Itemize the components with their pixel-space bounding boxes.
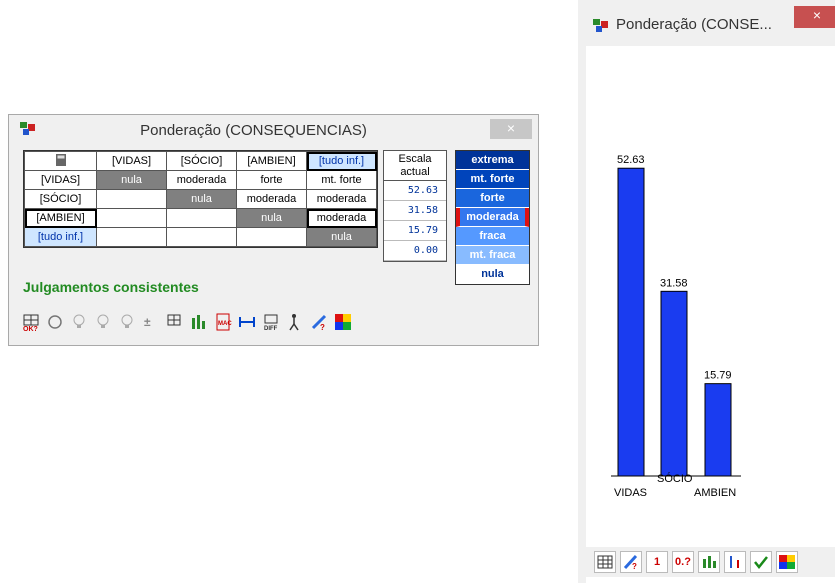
color-palette-icon[interactable]: [333, 312, 353, 332]
matrix-cell-selected[interactable]: moderada: [306, 208, 377, 228]
person-icon[interactable]: [285, 312, 305, 332]
bars-icon[interactable]: [698, 551, 720, 573]
chart-title-bar[interactable]: Ponderação (CONSE... ×: [578, 0, 835, 46]
chart-close-button[interactable]: ×: [794, 6, 835, 28]
refresh-icon[interactable]: [45, 312, 65, 332]
scale-value: 0.00: [384, 241, 446, 261]
matrix-cell[interactable]: [96, 208, 167, 228]
judgement-matrix: [VIDAS] [SÓCIO] [AMBIEN] [tudo inf.] [VI…: [23, 150, 378, 248]
svg-text:?: ?: [632, 562, 637, 570]
matrix-cell[interactable]: moderada: [236, 189, 307, 209]
bulb-icon[interactable]: [69, 312, 89, 332]
col-header-ambien[interactable]: [AMBIEN]: [236, 151, 307, 171]
zero-question-icon[interactable]: 0.?: [672, 551, 694, 573]
semantic-scale: extrema mt. forte forte moderada fraca m…: [455, 150, 530, 285]
main-toolbar: OK? ± MAC DIFF ?: [21, 308, 353, 336]
plus-minus-icon[interactable]: ±: [141, 312, 161, 332]
matrix-cell[interactable]: [166, 227, 237, 247]
category-label: SÓCIO: [657, 472, 693, 485]
scale-level-mt-forte[interactable]: mt. forte: [456, 170, 529, 189]
chart-toolbar: ? 1 0.?: [586, 547, 835, 577]
matrix-cell[interactable]: [236, 227, 307, 247]
scale-level-nula[interactable]: nula: [456, 265, 529, 284]
matrix-cell[interactable]: nula: [236, 208, 307, 228]
weighting-window: Ponderação (CONSEQUENCIAS) × [VIDAS] [SÓ…: [8, 114, 539, 346]
current-scale-header: Escala actual: [384, 151, 446, 181]
col-header-socio[interactable]: [SÓCIO]: [166, 151, 237, 171]
check-icon[interactable]: [750, 551, 772, 573]
scale-level-moderada[interactable]: moderada: [456, 208, 529, 227]
macbeth-icon[interactable]: MAC: [213, 312, 233, 332]
one-icon[interactable]: 1: [646, 551, 668, 573]
bar-value-label: 15.79: [704, 370, 732, 382]
svg-text:OK?: OK?: [23, 326, 38, 332]
app-icon: [593, 19, 608, 32]
category-label: VIDAS: [614, 487, 647, 499]
bar-chart-icon[interactable]: [189, 312, 209, 332]
svg-text:DIFF: DIFF: [264, 326, 278, 332]
row-header-ambien[interactable]: [AMBIEN]: [24, 208, 97, 228]
close-button[interactable]: ×: [490, 119, 532, 139]
row-header-vidas[interactable]: [VIDAS]: [24, 170, 97, 190]
svg-text:±: ±: [144, 315, 151, 329]
calculator-icon[interactable]: [24, 151, 97, 171]
matrix-cell[interactable]: mt. forte: [306, 170, 377, 190]
scale-level-fraca[interactable]: fraca: [456, 227, 529, 246]
question-edit-icon[interactable]: ?: [620, 551, 642, 573]
bulb-ok-icon[interactable]: [117, 312, 137, 332]
matrix-cell[interactable]: forte: [236, 170, 307, 190]
col-header-tudo-inf[interactable]: [tudo inf.]: [306, 151, 377, 171]
scale-header-line2: actual: [400, 166, 430, 178]
scale-level-forte[interactable]: forte: [456, 189, 529, 208]
scale-value: 31.58: [384, 201, 446, 221]
weights-bar-chart: 52.63 VIDAS 31.58 SÓCIO 15.79 AMBIEN: [611, 154, 741, 499]
matrix-cell[interactable]: [166, 208, 237, 228]
chart-window-title: Ponderação (CONSE...: [616, 16, 772, 33]
matrix-cell[interactable]: moderada: [306, 189, 377, 209]
grid-arrow-icon[interactable]: [165, 312, 185, 332]
sort-icon[interactable]: [724, 551, 746, 573]
range-icon[interactable]: [237, 312, 257, 332]
bar-value-label: 52.63: [617, 154, 645, 166]
matrix-cell[interactable]: [96, 189, 167, 209]
bar-ambien[interactable]: [704, 383, 732, 477]
scale-level-mt-fraca[interactable]: mt. fraca: [456, 246, 529, 265]
bar-sócio[interactable]: [660, 290, 688, 477]
chart-window: Ponderação (CONSE... × 52.63 VIDAS 31.58 SÓ…: [578, 0, 835, 583]
grid-icon[interactable]: [594, 551, 616, 573]
matrix-cell[interactable]: nula: [96, 170, 167, 190]
window-title: Ponderação (CONSEQUENCIAS): [140, 122, 367, 139]
scale-value: 15.79: [384, 221, 446, 241]
scale-header-line1: Escala: [398, 153, 432, 165]
consistency-status: Julgamentos consistentes: [23, 279, 199, 295]
svg-text:MAC: MAC: [218, 321, 232, 327]
matrix-cell[interactable]: nula: [166, 189, 237, 209]
matrix-cell[interactable]: [96, 227, 167, 247]
scale-value: 52.63: [384, 181, 446, 201]
current-scale-column: Escala actual 52.63 31.58 15.79 0.00: [383, 150, 447, 262]
palette-icon[interactable]: [776, 551, 798, 573]
row-header-socio[interactable]: [SÓCIO]: [24, 189, 97, 209]
title-bar[interactable]: Ponderação (CONSEQUENCIAS) ×: [9, 115, 538, 145]
question-edit-icon[interactable]: ?: [309, 312, 329, 332]
grid-ok-icon[interactable]: OK?: [21, 312, 41, 332]
row-header-tudo-inf[interactable]: [tudo inf.]: [24, 227, 97, 247]
col-header-vidas[interactable]: [VIDAS]: [96, 151, 167, 171]
svg-text:?: ?: [320, 323, 325, 332]
category-label: AMBIEN: [694, 487, 736, 499]
bulb-question-icon[interactable]: [93, 312, 113, 332]
matrix-cell[interactable]: nula: [306, 227, 377, 247]
scale-level-extrema[interactable]: extrema: [456, 151, 529, 170]
matrix-cell[interactable]: moderada: [166, 170, 237, 190]
bar-value-label: 31.58: [660, 277, 688, 289]
bar-vidas[interactable]: [617, 167, 645, 477]
diff-icon[interactable]: DIFF: [261, 312, 281, 332]
